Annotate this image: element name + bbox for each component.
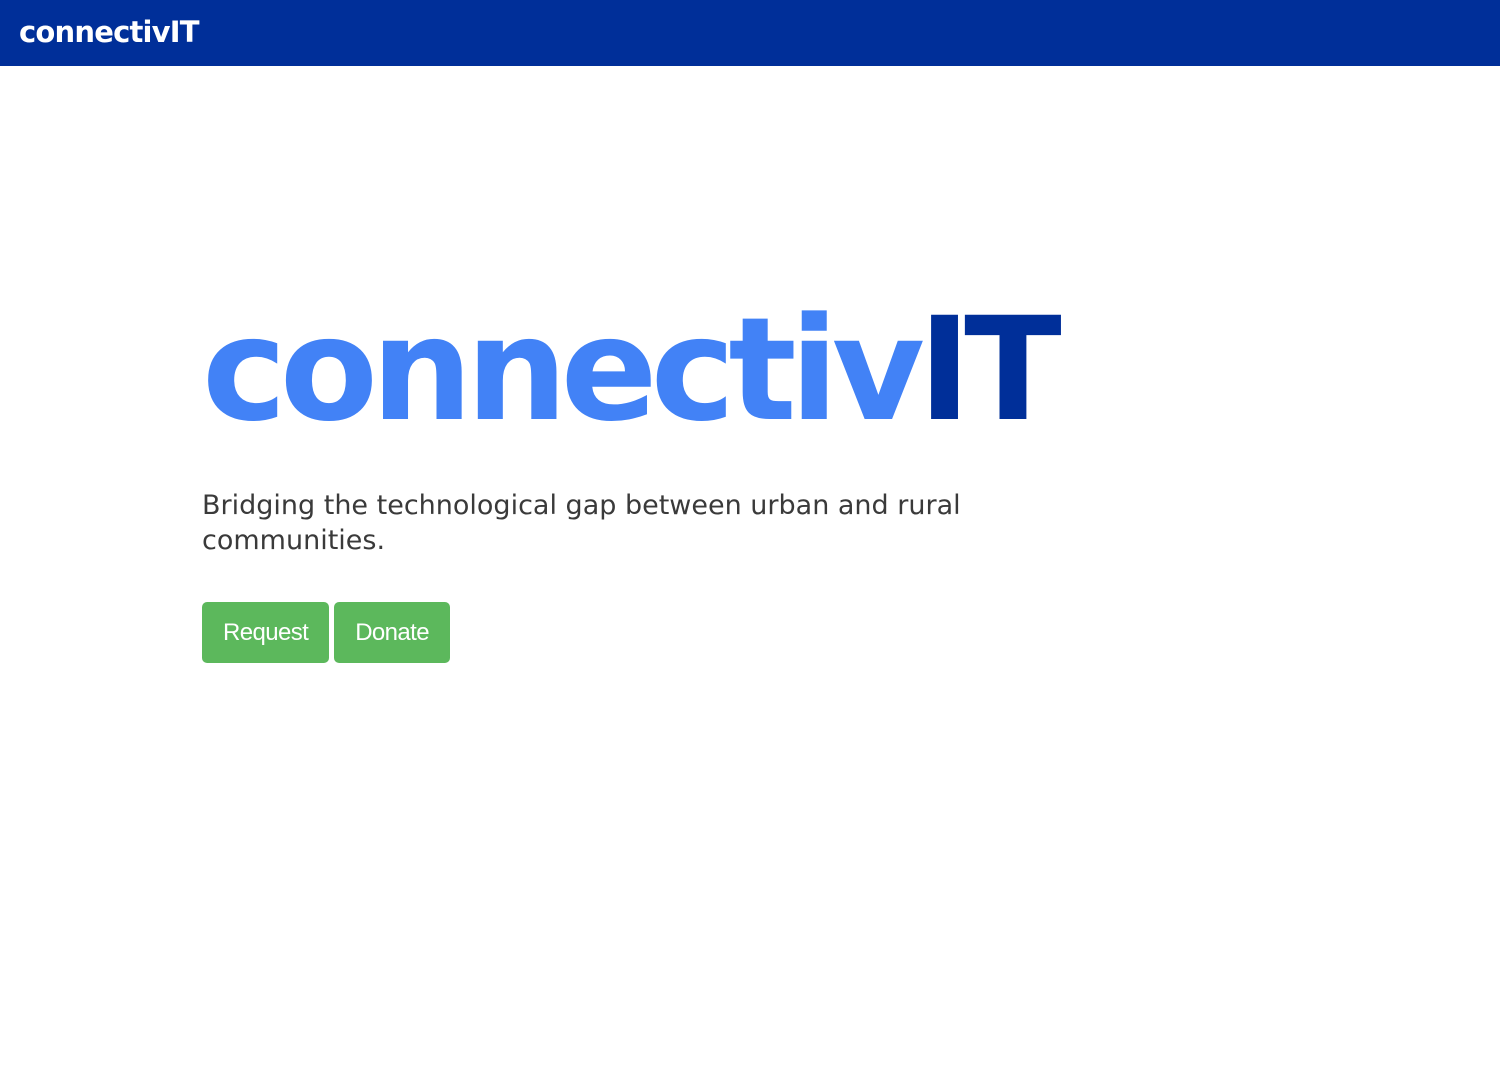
request-button[interactable]: Request	[202, 602, 330, 663]
hero-section: connectivIT Bridging the technological g…	[202, 290, 1102, 663]
donate-button[interactable]: Donate	[334, 602, 450, 663]
logo-text-connectiv: connectiv	[202, 286, 925, 453]
brand-link[interactable]: connectivIT	[19, 12, 200, 52]
logo-text-it: IT	[917, 286, 1062, 453]
tagline: Bridging the technological gap between u…	[202, 490, 961, 556]
hero-logo: connectivIT	[202, 290, 1102, 450]
navbar: connectivIT	[0, 0, 1500, 66]
action-buttons: Request Donate	[202, 602, 450, 663]
